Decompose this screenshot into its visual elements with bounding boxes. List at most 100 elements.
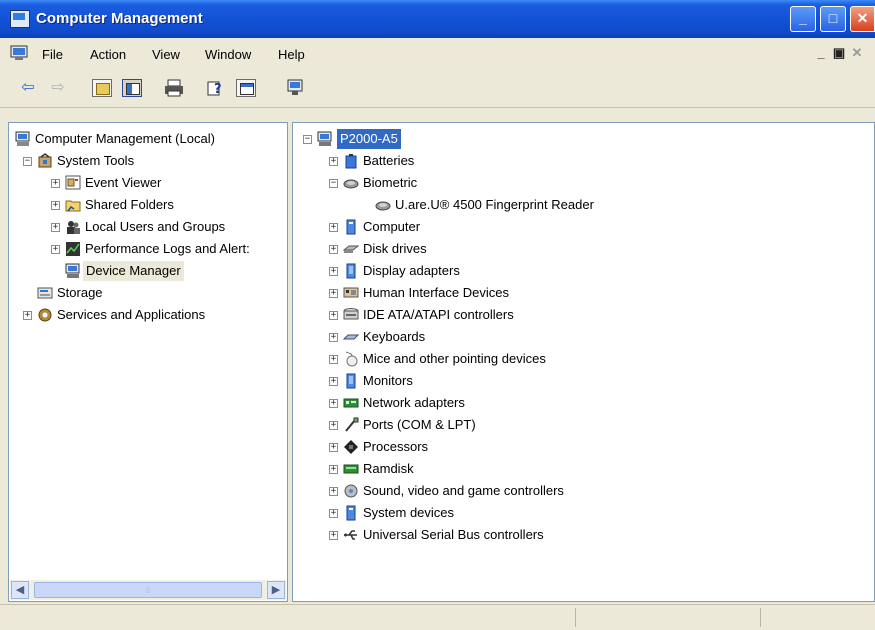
collapse-icon[interactable]: − [23,157,32,166]
disk-drive-icon [343,245,359,253]
expand-icon[interactable]: + [329,443,338,452]
device-tree-pane[interactable]: − P2000-A5 + Batteries − Biometric U.are… [292,122,875,602]
category-label: Network adapters [363,395,465,410]
print-icon[interactable] [164,79,184,97]
expand-icon[interactable]: + [329,399,338,408]
computer-icon [346,219,356,235]
menu-action[interactable]: Action [90,47,126,62]
expand-icon[interactable]: + [329,355,338,364]
expand-icon[interactable]: + [329,333,338,342]
title-bar[interactable]: Computer Management _ □ ✕ [0,0,875,38]
menu-view[interactable]: View [152,47,180,62]
scroll-left-icon[interactable]: ◀ [11,581,29,599]
maximize-button[interactable]: □ [820,6,846,32]
collapse-icon[interactable]: − [303,135,312,144]
tree-label: Event Viewer [85,175,162,190]
mdi-minimize-button[interactable]: _ [812,45,830,61]
window-title: Computer Management [36,10,203,27]
collapse-icon[interactable]: − [329,179,338,188]
category-label: Universal Serial Bus controllers [363,527,544,542]
hid-icon [343,287,359,298]
device-manager-icon [65,263,80,278]
horizontal-scrollbar[interactable]: ◀ ⦙⦙ ▶ [10,580,286,600]
expand-icon[interactable]: + [329,157,338,166]
menu-window[interactable]: Window [205,47,251,62]
scrollbar-thumb[interactable]: ⦙⦙ [34,582,262,598]
keyboard-icon [343,334,359,340]
tree-label: Computer Management (Local) [35,131,215,146]
forward-arrow-icon[interactable]: ⇨ [48,79,68,97]
computer-icon [15,131,30,146]
expand-icon[interactable]: + [329,245,338,254]
display-adapter-icon [346,263,356,279]
tree-label: Shared Folders [85,197,174,212]
close-button[interactable]: ✕ [850,6,875,32]
category-label: Computer [363,219,421,234]
ide-controller-icon [343,308,359,320]
category-label: Biometric [363,175,418,190]
category-label: Batteries [363,153,415,168]
expand-icon[interactable]: + [51,245,60,254]
expand-icon[interactable]: + [329,377,338,386]
expand-icon[interactable]: + [51,223,60,232]
category-label: System devices [363,505,455,520]
mdi-restore-button[interactable]: ▣ [830,45,848,61]
expand-icon[interactable]: + [329,421,338,430]
mdi-close-button[interactable]: ✕ [848,45,866,61]
help-icon[interactable]: ? [206,79,226,97]
category-label: Mice and other pointing devices [363,351,546,366]
battery-icon [345,154,357,169]
expand-icon[interactable]: + [329,465,338,474]
scan-hardware-icon[interactable] [286,79,306,97]
category-label: Display adapters [363,263,460,278]
status-divider [575,608,576,627]
category-label: Processors [363,439,429,454]
tree-label: System Tools [57,153,135,168]
processor-icon [344,440,358,454]
sound-icon [344,484,358,498]
expand-icon[interactable]: + [329,311,338,320]
port-icon [345,417,359,432]
mmc-window-icon[interactable] [10,45,28,61]
up-folder-icon[interactable] [92,79,112,97]
event-viewer-icon [65,175,81,190]
usb-icon [344,530,357,540]
back-arrow-icon[interactable]: ⇦ [18,79,38,97]
mdi-child-controls: _ ▣ ✕ [812,45,875,63]
tree-label: Performance Logs and Alert: [85,241,250,256]
biometric-icon [343,179,359,189]
users-icon [67,221,80,234]
category-label: Keyboards [363,329,426,344]
expand-icon[interactable]: + [23,311,32,320]
category-label: IDE ATA/ATAPI controllers [363,307,514,322]
expand-icon[interactable]: + [51,179,60,188]
tree-label: Storage [57,285,103,300]
computer-management-window: Computer Management _ □ ✕ File Action Vi… [0,0,875,630]
tree-label: Services and Applications [57,307,206,322]
scroll-right-icon[interactable]: ▶ [267,581,285,599]
computer-icon [317,131,332,146]
storage-icon [37,287,53,299]
properties-icon[interactable] [236,79,256,97]
shared-folder-icon [65,200,81,212]
toolbar: ⇦ ⇨ ? [0,70,875,108]
minimize-button[interactable]: _ [790,6,816,32]
expand-icon[interactable]: + [329,531,338,540]
monitor-icon [346,373,356,389]
tree-label: Local Users and Groups [85,219,226,234]
expand-icon[interactable]: + [329,267,338,276]
network-adapter-icon [343,398,359,408]
category-label: Sound, video and game controllers [363,483,564,498]
expand-icon[interactable]: + [329,223,338,232]
expand-icon[interactable]: + [329,509,338,518]
menu-file[interactable]: File [42,47,63,62]
expand-icon[interactable]: + [51,201,60,210]
console-tree-pane[interactable]: Computer Management (Local) − System Too… [8,122,288,602]
show-hide-tree-icon[interactable] [122,79,142,97]
tree-label: Device Manager [83,261,184,281]
expand-icon[interactable]: + [329,487,338,496]
expand-icon[interactable]: + [329,289,338,298]
menu-bar: File Action View Window Help _ ▣ ✕ [0,38,875,70]
menu-help[interactable]: Help [278,47,305,62]
category-label: Monitors [363,373,413,388]
